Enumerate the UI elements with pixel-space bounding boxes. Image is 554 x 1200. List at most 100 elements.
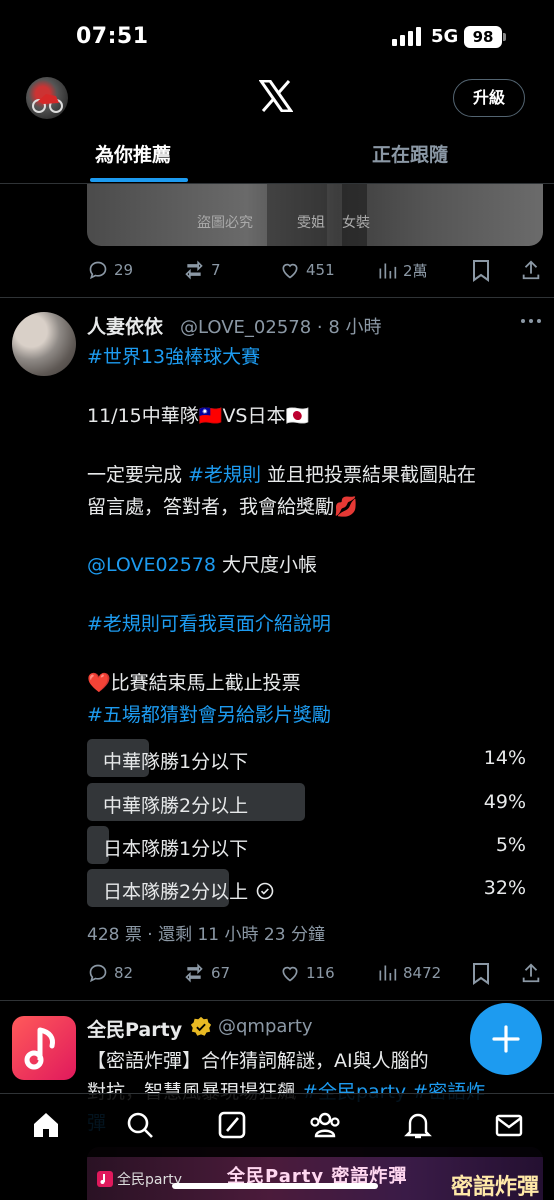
active-tab-indicator [90, 178, 188, 182]
repost-count: 67 [211, 964, 231, 982]
poll-option-label: 日本隊勝1分以下 [103, 838, 249, 860]
repost-icon [185, 260, 203, 280]
views-button[interactable]: 2萬 [377, 260, 428, 281]
qmparty-logo-icon [97, 1171, 113, 1187]
bookmark-icon[interactable] [472, 963, 490, 985]
poll-option-percent: 32% [483, 877, 526, 899]
status-bar: 07:51 5G 98 [0, 0, 554, 70]
poll-option-percent: 14% [483, 747, 526, 769]
hashtag-link[interactable]: #老規則 [188, 464, 261, 486]
tweet-divider [0, 1000, 554, 1001]
repost-count: 7 [211, 261, 221, 279]
tweet-text-line: 一定要完成 #老規則 並且把投票結果截圖貼在 [87, 460, 476, 487]
tweet-text: 一定要完成 [87, 464, 189, 486]
watermark-text: 女裝 [342, 215, 370, 231]
views-button[interactable]: 8472 [377, 963, 441, 983]
views-count: 8472 [403, 964, 442, 982]
tweet-text: 比賽結束馬上截止投票 [110, 672, 301, 694]
cellular-signal-icon [392, 27, 421, 46]
poll-option-percent: 5% [495, 834, 526, 856]
tweet-text: 11/15中華隊 [87, 405, 199, 427]
poll-option: 日本隊勝1分以下 5% [87, 826, 532, 864]
tweet-handle[interactable]: @qmparty [218, 1016, 313, 1037]
share-icon[interactable] [520, 259, 542, 281]
qmparty-avatar[interactable] [12, 1016, 76, 1080]
grok-icon[interactable] [217, 1110, 247, 1140]
profile-avatar[interactable] [26, 77, 68, 119]
check-circle-icon [256, 882, 274, 899]
views-icon [379, 263, 397, 278]
poll-option: 日本隊勝2分以上 32% [87, 869, 532, 907]
messages-envelope-icon[interactable] [494, 1110, 524, 1140]
poll-option-label: 中華隊勝2分以上 [103, 795, 249, 817]
tweet-text: 並且把投票結果截圖貼在 [260, 464, 477, 486]
battery-nub [503, 33, 506, 41]
tweet-text: 大尺度小帳 [215, 554, 318, 576]
repost-icon [185, 963, 203, 983]
reply-icon [89, 261, 107, 280]
tweet-divider [0, 297, 554, 298]
tweet-author-avatar[interactable] [12, 312, 76, 376]
communities-icon[interactable] [309, 1110, 341, 1140]
like-button[interactable]: 116 [280, 963, 335, 983]
promo-brand: 全民party [97, 1169, 182, 1189]
verified-badge-icon [190, 1016, 212, 1036]
search-icon[interactable] [125, 1110, 155, 1140]
promo-subtitle: 密語炸彈 [451, 1175, 540, 1200]
plus-icon [492, 1025, 520, 1053]
notifications-bell-icon[interactable] [403, 1110, 433, 1140]
poll-meta: 428 票 · 還剩 11 小時 23 分鐘 [87, 925, 325, 945]
japan-flag-emoji: 🇯🇵 [285, 405, 310, 427]
watermark-text: 雯姐 [297, 215, 325, 231]
views-count: 2萬 [403, 262, 428, 280]
repost-button[interactable]: 67 [183, 963, 230, 983]
upgrade-button[interactable]: 升級 [453, 79, 525, 117]
mention-link[interactable]: @LOVE02578 [87, 554, 216, 576]
views-icon [379, 965, 397, 981]
x-logo-icon[interactable] [259, 80, 293, 112]
previous-tweet-media[interactable]: 盜圖必究 雯姐 女裝 [87, 184, 543, 246]
motorcycle-image [32, 94, 63, 113]
reply-button[interactable]: 29 [88, 260, 133, 280]
heart-icon [282, 263, 298, 279]
tab-for-you[interactable]: 為你推薦 [95, 140, 171, 167]
poll-option-percent: 49% [483, 791, 526, 813]
music-note-icon [24, 1027, 55, 1070]
tweet-handle-time[interactable]: @LOVE_02578 · 8 小時 [180, 313, 382, 339]
hashtag-link[interactable]: #世界13強棒球大賽 [87, 342, 260, 369]
tweet-text: VS日本 [222, 405, 286, 427]
bottom-navigation [0, 1093, 554, 1157]
bookmark-icon[interactable] [472, 260, 490, 282]
red-heart-emoji: ❤️ [87, 672, 111, 694]
home-icon[interactable] [31, 1110, 61, 1140]
tweet-text-line: 11/15中華隊🇹🇼VS日本🇯🇵 [87, 401, 309, 428]
network-type: 5G [431, 26, 459, 47]
more-options-icon[interactable] [520, 314, 542, 328]
tweet-author-name[interactable]: 人妻依依 [87, 312, 163, 339]
battery-icon: 98 [464, 26, 502, 48]
tweet-author-name[interactable]: 全民Party [87, 1015, 182, 1042]
share-icon[interactable] [520, 962, 542, 984]
poll-option: 中華隊勝1分以下 14% [87, 739, 532, 777]
poll-option-label: 日本隊勝2分以上 [103, 877, 274, 904]
hashtag-link[interactable]: #老規則可看我頁面介紹說明 [87, 609, 331, 636]
reply-icon [89, 964, 107, 983]
reply-button[interactable]: 82 [88, 963, 133, 983]
taiwan-flag-emoji: 🇹🇼 [198, 405, 223, 427]
reply-count: 29 [114, 261, 134, 279]
like-count: 451 [306, 261, 335, 279]
home-indicator[interactable] [172, 1183, 378, 1189]
heart-icon [282, 966, 298, 982]
hashtag-link[interactable]: #五場都猜對會另給影片獎勵 [87, 700, 331, 727]
tab-following[interactable]: 正在跟隨 [372, 140, 448, 167]
tweet-text-line: @LOVE02578 大尺度小帳 [87, 550, 317, 577]
tweet-text-line: 【密語炸彈】合作猜詞解謎，AI與人腦的 [87, 1050, 429, 1072]
status-time: 07:51 [76, 24, 149, 49]
poll-option-label: 中華隊勝1分以下 [103, 751, 249, 773]
tweet-text-line: 留言處，答對者，我會給獎勵💋 [87, 496, 358, 518]
repost-button[interactable]: 7 [183, 260, 221, 280]
like-button[interactable]: 451 [280, 260, 335, 280]
tweet-text-line: ❤️比賽結束馬上截止投票 [87, 668, 301, 695]
compose-fab-button[interactable] [470, 1003, 542, 1075]
reply-count: 82 [114, 964, 134, 982]
